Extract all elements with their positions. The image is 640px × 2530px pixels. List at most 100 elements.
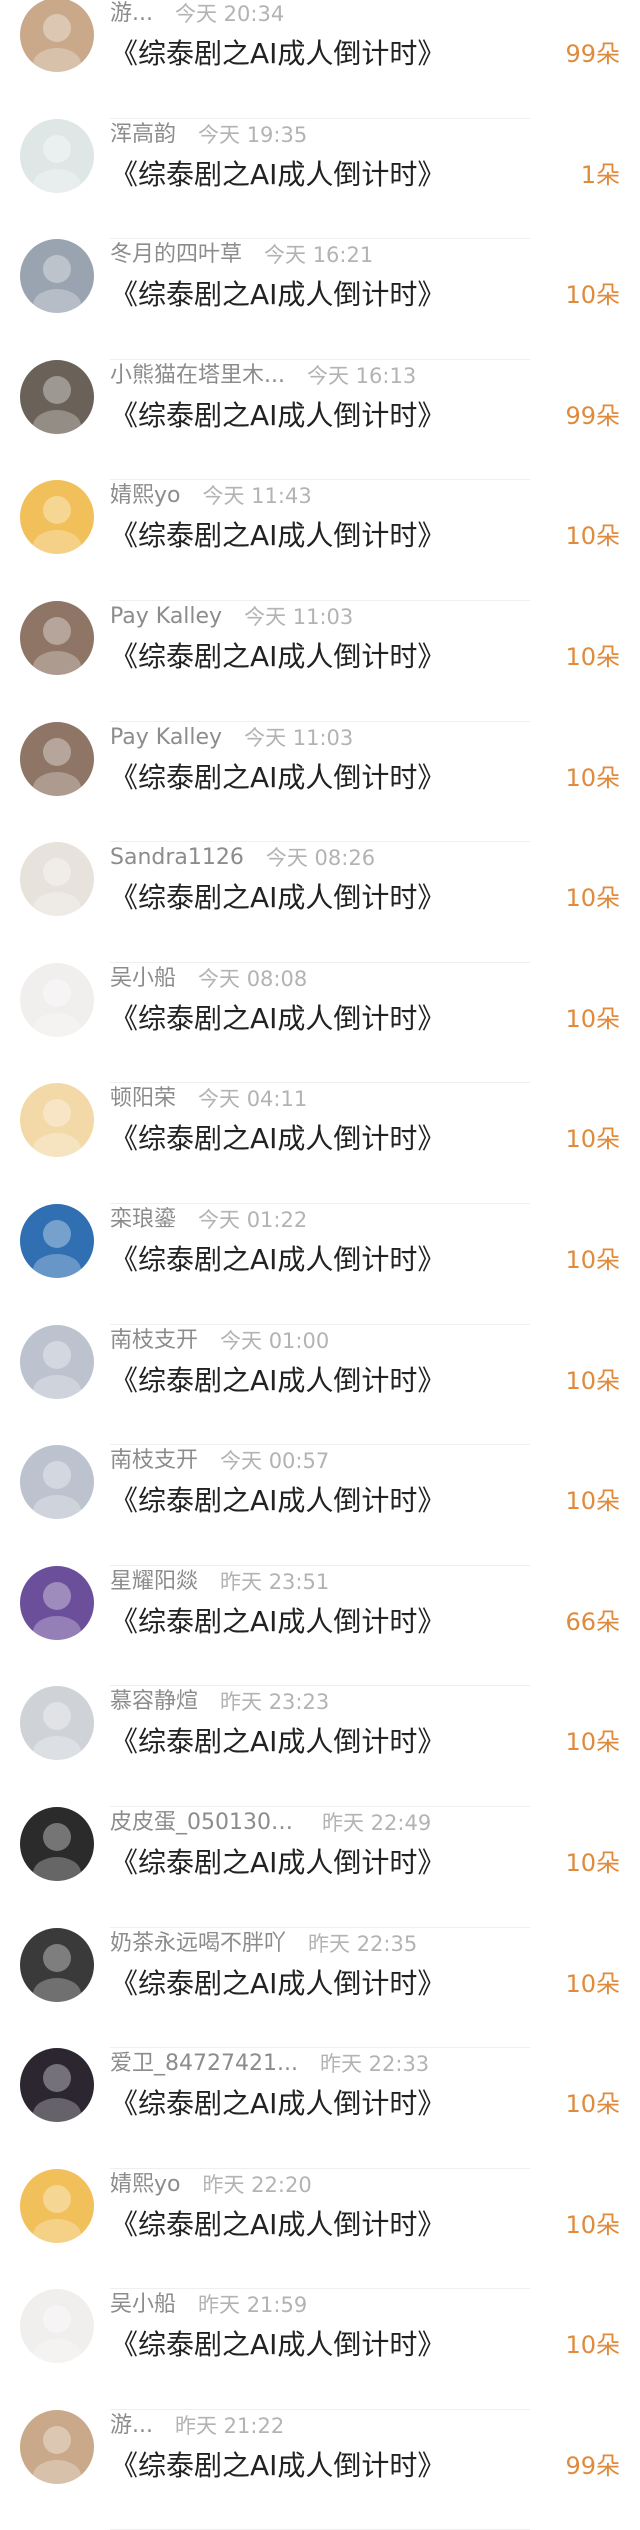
timestamp: 今天 04:11: [198, 1087, 308, 1112]
user-name[interactable]: 吴小船: [110, 963, 176, 995]
drama-title[interactable]: 《综泰剧之AI成人倒计时》: [110, 637, 445, 677]
drama-title[interactable]: 《综泰剧之AI成人倒计时》: [110, 2325, 445, 2365]
list-item[interactable]: 星耀阳燚 昨天 23:51 《综泰剧之AI成人倒计时》 66朵: [0, 1565, 640, 1687]
list-item[interactable]: 婧熙yo 昨天 22:20 《综泰剧之AI成人倒计时》 10朵: [0, 2168, 640, 2290]
list-item[interactable]: 奶茶永远喝不胖吖 昨天 22:35 《综泰剧之AI成人倒计时》 10朵: [0, 1927, 640, 2049]
cartoon-sponge-avatar[interactable]: [20, 1203, 94, 1278]
cat-avatar[interactable]: [20, 239, 94, 314]
cartoon-tiger-avatar[interactable]: [20, 2168, 94, 2243]
boy-portrait-avatar[interactable]: [20, 2048, 94, 2123]
item-meta: 爱卫_84727421... 昨天 22:33: [110, 2048, 429, 2080]
list-item[interactable]: 婧熙yo 今天 11:43 《综泰剧之AI成人倒计时》 10朵: [0, 480, 640, 601]
drama-title[interactable]: 《综泰剧之AI成人倒计时》: [110, 1964, 445, 2004]
user-name[interactable]: 爱卫_84727421...: [110, 2048, 298, 2080]
user-name[interactable]: 星耀阳燚: [110, 1566, 198, 1598]
drama-title[interactable]: 《综泰剧之AI成人倒计时》: [110, 396, 445, 436]
user-name[interactable]: Pay Kalley: [110, 722, 222, 754]
gift-count: 66朵: [565, 1607, 620, 1636]
user-name[interactable]: 浑高韵: [110, 119, 176, 151]
gift-count: 10朵: [565, 1366, 620, 1395]
list-item[interactable]: 吴小船 昨天 21:59 《综泰剧之AI成人倒计时》 10朵: [0, 2289, 640, 2410]
cartoon-boy-avatar[interactable]: [20, 842, 94, 917]
drama-title[interactable]: 《综泰剧之AI成人倒计时》: [110, 34, 445, 74]
gift-count: 10朵: [565, 1004, 620, 1033]
timestamp: 昨天 21:22: [174, 2413, 285, 2438]
black-cat-avatar[interactable]: [20, 1927, 94, 2002]
list-item[interactable]: Pay Kalley 今天 11:03 《综泰剧之AI成人倒计时》 10朵: [0, 721, 640, 843]
child-photo-avatar[interactable]: [20, 359, 94, 434]
user-name[interactable]: 慕容静煊: [110, 1686, 198, 1718]
drama-title[interactable]: 《综泰剧之AI成人倒计时》: [110, 155, 445, 195]
avatar-image: [20, 1927, 94, 2002]
drama-title[interactable]: 《综泰剧之AI成人倒计时》: [110, 1240, 445, 1280]
user-name[interactable]: 南枝支开: [110, 1445, 198, 1477]
avatar-image: [20, 842, 94, 917]
drama-title[interactable]: 《综泰剧之AI成人倒计时》: [110, 1119, 445, 1159]
girl-portrait-avatar[interactable]: [20, 0, 94, 72]
list-item[interactable]: 南枝支开 今天 00:57 《综泰剧之AI成人倒计时》 10朵: [0, 1445, 640, 1566]
drama-title[interactable]: 《综泰剧之AI成人倒计时》: [110, 758, 445, 798]
drama-title[interactable]: 《综泰剧之AI成人倒计时》: [110, 878, 445, 918]
user-name[interactable]: 游...: [110, 2410, 153, 2442]
girl-photo-avatar[interactable]: [20, 1686, 94, 1761]
drama-title[interactable]: 《综泰剧之AI成人倒计时》: [110, 1361, 445, 1401]
list-item[interactable]: Pay Kalley 今天 11:03 《综泰剧之AI成人倒计时》 10朵: [0, 600, 640, 722]
timestamp: 昨天 22:35: [308, 1931, 418, 1956]
user-name[interactable]: 栾琅鎏: [110, 1204, 176, 1236]
avatar-image: [20, 359, 94, 434]
user-name[interactable]: 皮皮蛋_0501303...: [110, 1807, 300, 1839]
cartoon-tiger-avatar[interactable]: [20, 480, 94, 555]
list-item[interactable]: 慕容静煊 昨天 23:23 《综泰剧之AI成人倒计时》 10朵: [0, 1686, 640, 1807]
cartoon-chibi-avatar[interactable]: [20, 2289, 94, 2364]
gift-count: 1朵: [580, 160, 620, 189]
drama-title[interactable]: 《综泰剧之AI成人倒计时》: [110, 2446, 445, 2486]
list-item[interactable]: 小熊猫在塔里木... 今天 16:13 《综泰剧之AI成人倒计时》 99朵: [0, 359, 640, 481]
user-name[interactable]: 顿阳荣: [110, 1083, 176, 1115]
list-item[interactable]: 游... 今天 20:34 《综泰剧之AI成人倒计时》 99朵: [0, 0, 640, 119]
list-item[interactable]: 冬月的四叶草 今天 16:21 《综泰剧之AI成人倒计时》 10朵: [0, 239, 640, 360]
cartoon-bear-avatar[interactable]: [20, 1083, 94, 1158]
user-name[interactable]: Pay Kalley: [110, 601, 222, 633]
avatar-image: [20, 118, 94, 193]
list-item[interactable]: 浑高韵 今天 19:35 《综泰剧之AI成人倒计时》 1朵: [0, 118, 640, 240]
user-name[interactable]: 游...: [110, 0, 153, 30]
purple-portrait-avatar[interactable]: [20, 1565, 94, 1640]
anime-girl-avatar[interactable]: [20, 118, 94, 193]
gift-count: 99朵: [565, 40, 620, 68]
user-name[interactable]: 吴小船: [110, 2289, 176, 2321]
avatar-image: [20, 962, 94, 1037]
dark-portrait-avatar[interactable]: [20, 1806, 94, 1881]
avatar-image: [20, 1083, 94, 1158]
user-name[interactable]: 小熊猫在塔里木...: [110, 360, 285, 392]
woman-photo-avatar[interactable]: [20, 600, 94, 675]
man-portrait-avatar[interactable]: [20, 1445, 94, 1520]
item-meta: 皮皮蛋_0501303... 昨天 22:49: [110, 1807, 431, 1839]
girl-portrait-avatar[interactable]: [20, 2409, 94, 2484]
list-item[interactable]: 顿阳荣 今天 04:11 《综泰剧之AI成人倒计时》 10朵: [0, 1083, 640, 1204]
drama-title[interactable]: 《综泰剧之AI成人倒计时》: [110, 999, 445, 1039]
drama-title[interactable]: 《综泰剧之AI成人倒计时》: [110, 516, 445, 556]
list-item[interactable]: 吴小船 今天 08:08 《综泰剧之AI成人倒计时》 10朵: [0, 962, 640, 1084]
drama-title[interactable]: 《综泰剧之AI成人倒计时》: [110, 275, 445, 315]
drama-title[interactable]: 《综泰剧之AI成人倒计时》: [110, 2205, 445, 2245]
man-portrait-avatar[interactable]: [20, 1324, 94, 1399]
user-name[interactable]: 南枝支开: [110, 1325, 198, 1357]
drama-title[interactable]: 《综泰剧之AI成人倒计时》: [110, 1843, 445, 1883]
drama-title[interactable]: 《综泰剧之AI成人倒计时》: [110, 2084, 445, 2124]
user-name[interactable]: 冬月的四叶草: [110, 239, 242, 271]
user-name[interactable]: 奶茶永远喝不胖吖: [110, 1928, 286, 1960]
list-item[interactable]: Sandra1126 今天 08:26 《综泰剧之AI成人倒计时》 10朵: [0, 842, 640, 963]
user-name[interactable]: Sandra1126: [110, 842, 244, 874]
cartoon-chibi-avatar[interactable]: [20, 962, 94, 1037]
user-name[interactable]: 婧熙yo: [110, 480, 180, 512]
drama-title[interactable]: 《综泰剧之AI成人倒计时》: [110, 1481, 445, 1521]
avatar-image: [20, 721, 94, 796]
list-item[interactable]: 皮皮蛋_0501303... 昨天 22:49 《综泰剧之AI成人倒计时》 10朵: [0, 1806, 640, 1928]
drama-title[interactable]: 《综泰剧之AI成人倒计时》: [110, 1722, 445, 1762]
woman-photo-avatar[interactable]: [20, 721, 94, 796]
list-item[interactable]: 爱卫_84727421... 昨天 22:33 《综泰剧之AI成人倒计时》 10朵: [0, 2048, 640, 2169]
drama-title[interactable]: 《综泰剧之AI成人倒计时》: [110, 1602, 445, 1642]
user-name[interactable]: 婧熙yo: [110, 2169, 180, 2201]
list-item[interactable]: 南枝支开 今天 01:00 《综泰剧之AI成人倒计时》 10朵: [0, 1324, 640, 1446]
list-item[interactable]: 栾琅鎏 今天 01:22 《综泰剧之AI成人倒计时》 10朵: [0, 1203, 640, 1325]
